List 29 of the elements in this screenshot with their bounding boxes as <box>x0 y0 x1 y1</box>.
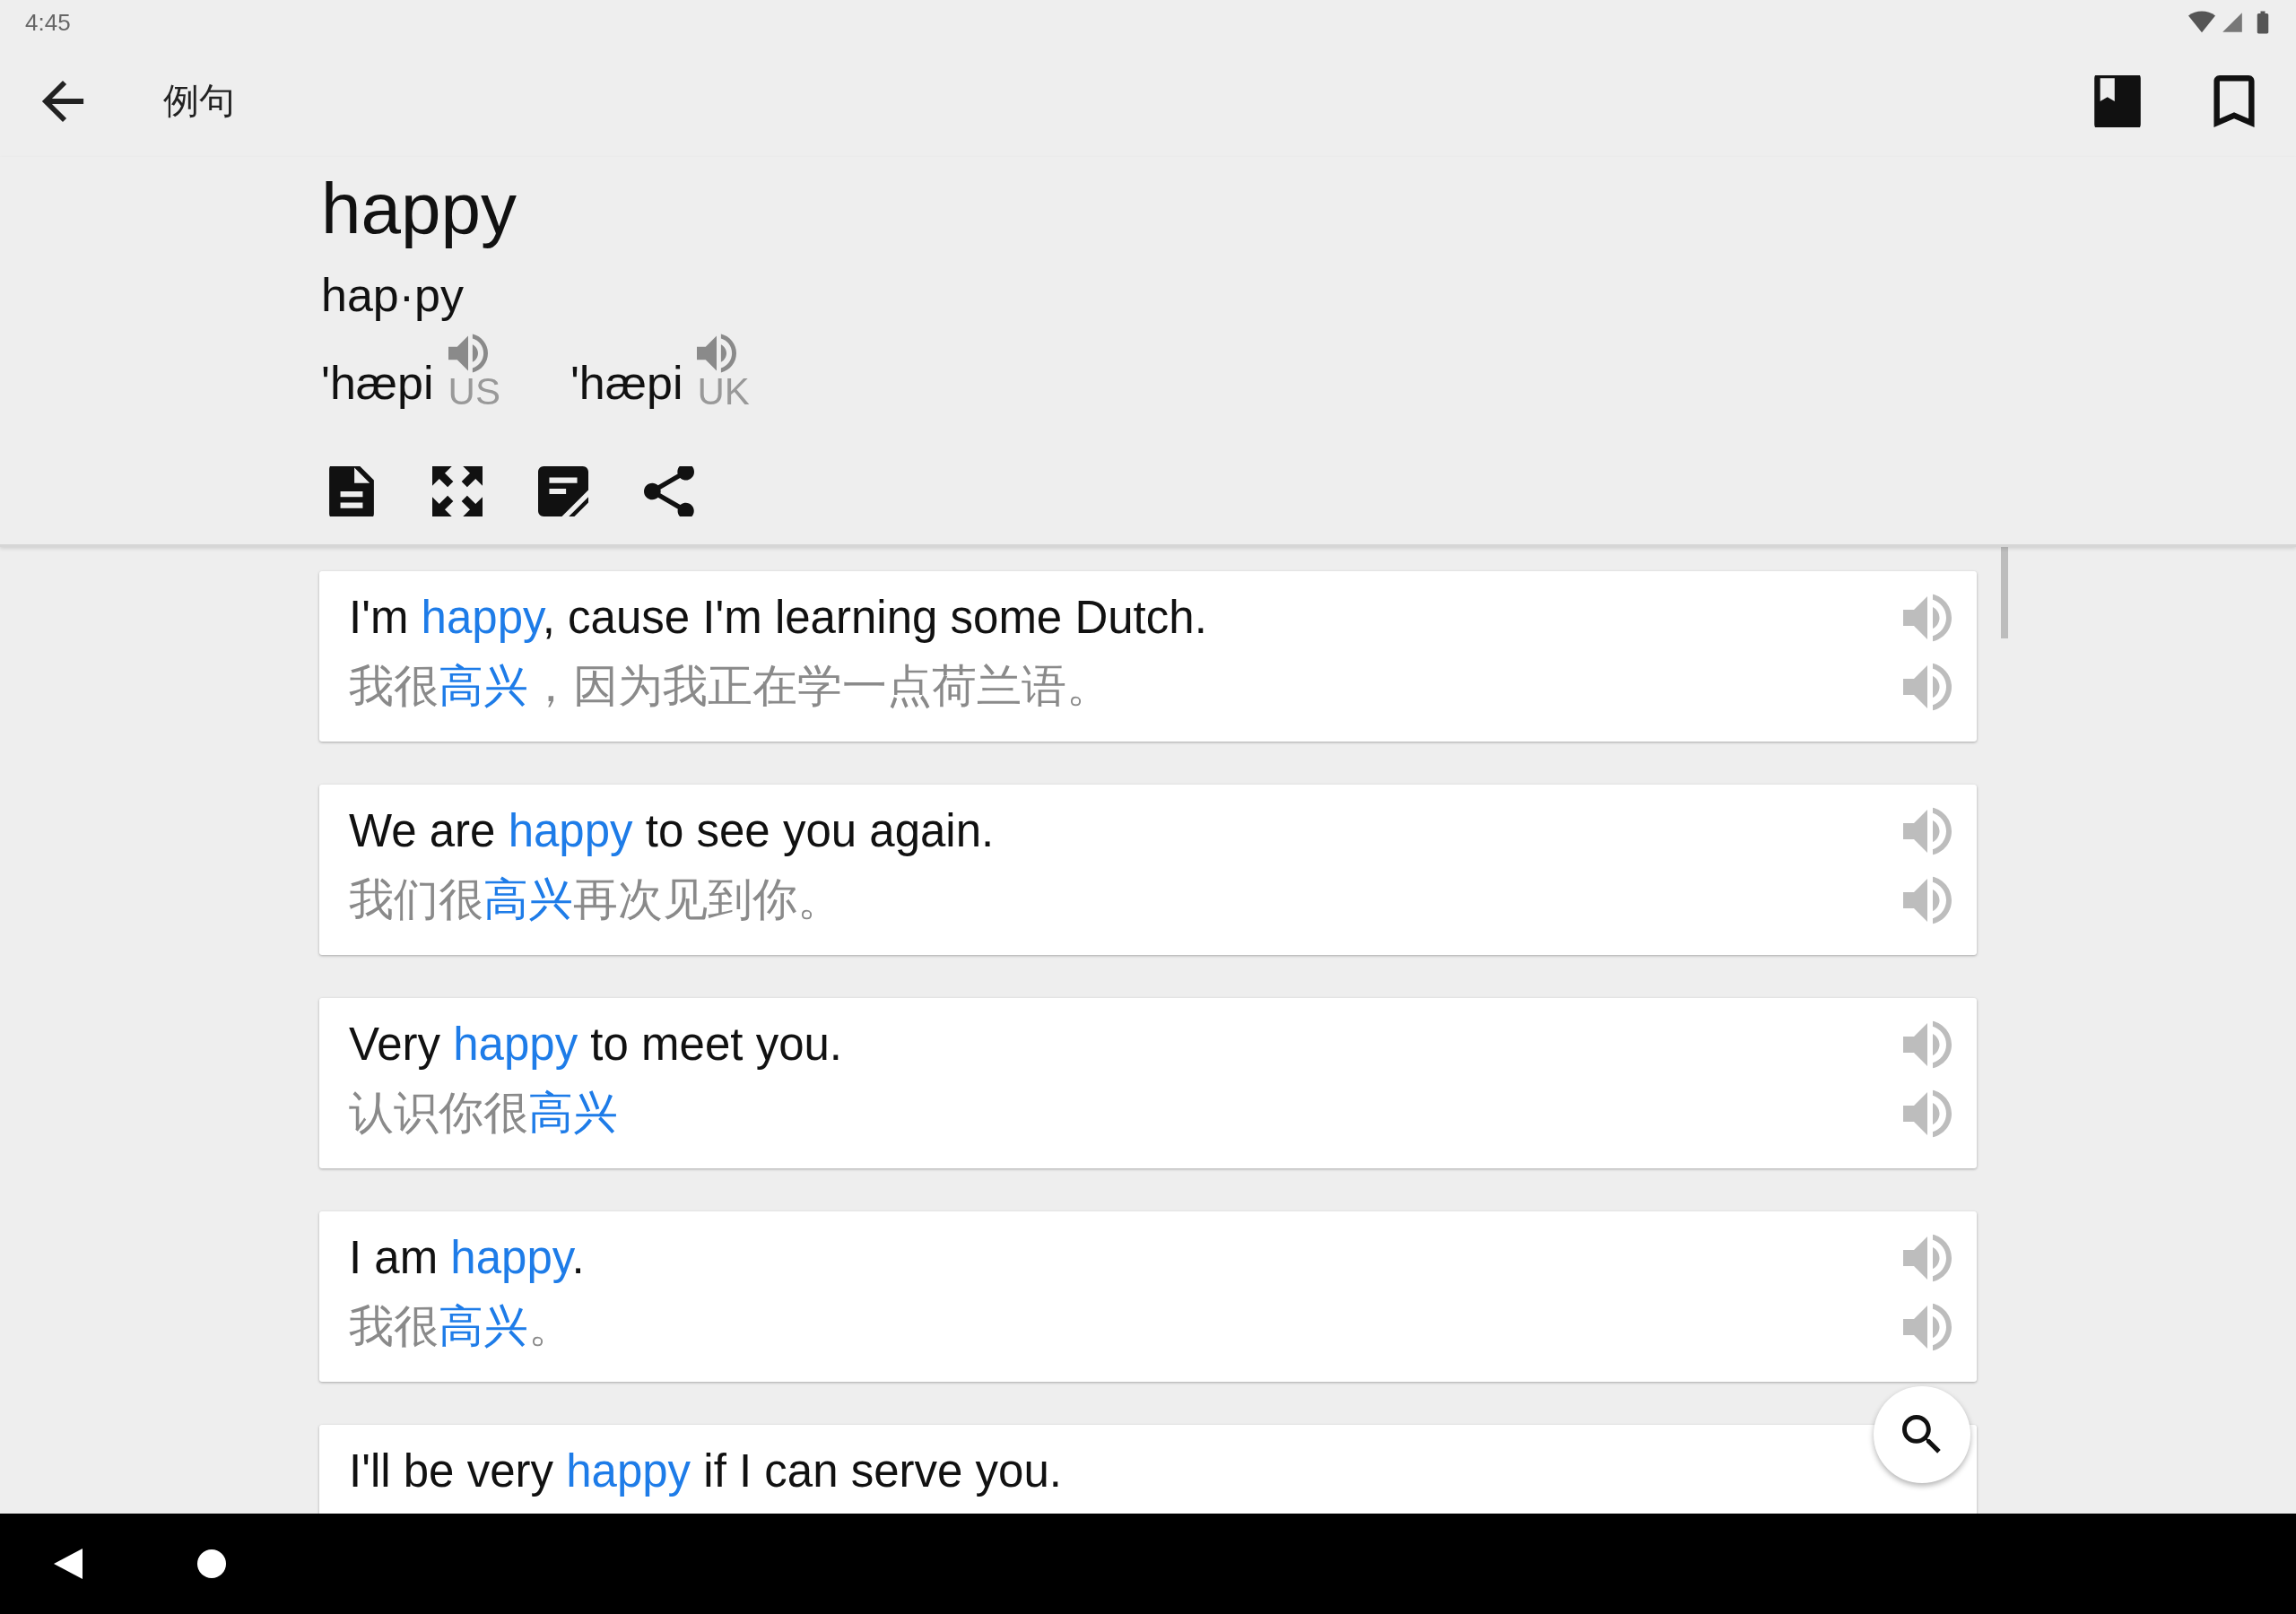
chinese-translation: 我很高兴，因为我正在学一点荷兰语。 <box>349 660 1111 713</box>
chinese-translation: 认识你很高兴 <box>349 1087 618 1140</box>
chinese-translation: 我们很高兴再次见到你。 <box>349 873 842 926</box>
edit-note-icon[interactable] <box>538 466 588 517</box>
book-icon[interactable] <box>2092 74 2144 127</box>
phonetic-transcription: 'hæpi <box>570 355 683 411</box>
speaker-icon[interactable] <box>448 334 488 374</box>
english-sentence: I'll be very happy if I can serve you. <box>349 1445 1062 1497</box>
accent-label: UK <box>697 373 750 412</box>
chinese-translation: 我很高兴。 <box>349 1300 573 1353</box>
status-time: 4:45 <box>25 8 71 37</box>
english-sentence: I'm happy, cause I'm learning some Dutch. <box>349 591 1207 644</box>
back-triangle-icon[interactable] <box>54 1549 83 1579</box>
phonetic-transcription: 'hæpi <box>321 355 434 411</box>
screen-title: 例句 <box>163 80 236 122</box>
home-circle-icon[interactable] <box>197 1549 226 1578</box>
english-sentence: I am happy. <box>349 1231 585 1284</box>
share-icon[interactable] <box>644 466 694 517</box>
speaker-icon[interactable] <box>697 334 737 374</box>
syllable-division: hap·py <box>321 270 464 322</box>
example-card[interactable]: I'll be very happy if I can serve you. <box>319 1425 1977 1514</box>
english-sentence: We are happy to see you again. <box>349 804 995 857</box>
english-sentence: Very happy to meet you. <box>349 1018 843 1071</box>
signal-icon <box>2221 11 2244 34</box>
accent-label: US <box>448 373 500 412</box>
expand-icon[interactable] <box>432 466 483 517</box>
search-button[interactable] <box>1874 1386 1970 1483</box>
search-icon <box>1902 1415 1942 1454</box>
document-icon[interactable] <box>326 466 377 517</box>
